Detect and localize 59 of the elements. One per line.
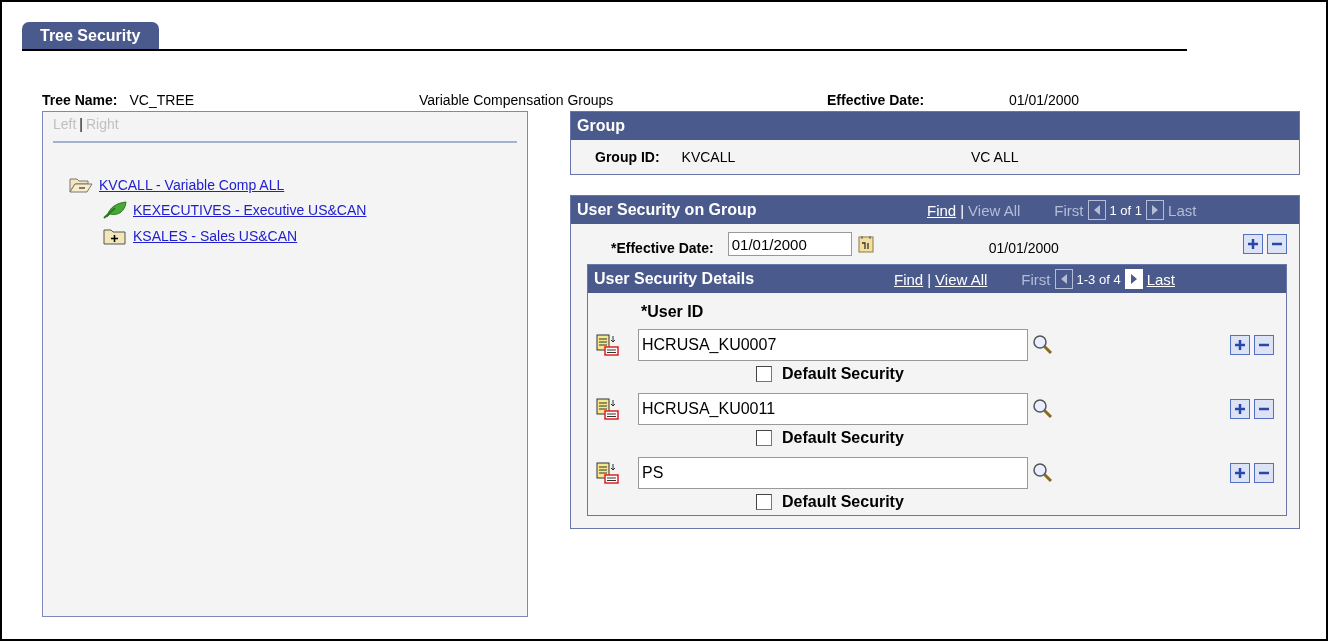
delete-row-button[interactable] (1267, 234, 1287, 254)
leaf-icon (103, 201, 127, 219)
checkbox-label: Default Security (782, 429, 904, 447)
first-link: First (1054, 201, 1084, 219)
checkbox[interactable] (756, 494, 772, 510)
find-link[interactable]: Find (927, 201, 957, 219)
last-link: Last (1168, 201, 1197, 219)
checkbox-label: Default Security (782, 493, 904, 511)
user-id-field[interactable]: HCRUSA_KU0007 (638, 329, 1028, 361)
search-icon[interactable] (1032, 334, 1054, 356)
tab[interactable]: Tree Security (22, 22, 159, 49)
closed-folder-icon (103, 227, 127, 245)
first-link: First (1021, 270, 1051, 288)
calendar-icon[interactable] (857, 235, 874, 253)
add-row-button[interactable] (1243, 234, 1263, 254)
delete-row-button[interactable] (1254, 463, 1274, 483)
last-link[interactable]: Last (1146, 270, 1175, 288)
field-value: KVCALL (681, 149, 736, 165)
panel-title: User Security Details (594, 270, 756, 288)
add-row-button[interactable] (1230, 399, 1250, 419)
field-value: 01/01/2000 (988, 239, 1060, 256)
column-header: *User ID (641, 303, 704, 320)
add-row-button[interactable] (1230, 335, 1250, 355)
checkbox-label: Default Security (782, 365, 904, 383)
document-icon[interactable] (596, 397, 620, 421)
page-range: 1-3 of 4 (1076, 271, 1121, 287)
checkbox[interactable] (756, 430, 772, 446)
tree-node-link[interactable]: KSALES - Sales US&CAN (133, 228, 298, 244)
add-row-button[interactable] (1230, 463, 1250, 483)
field-value: VC_TREE (129, 92, 195, 108)
delete-row-button[interactable] (1254, 399, 1274, 419)
document-icon[interactable] (596, 461, 620, 485)
find-link[interactable]: Find (894, 270, 924, 288)
view-all-link[interactable]: View All (935, 270, 988, 288)
document-icon[interactable] (596, 333, 620, 357)
delete-row-button[interactable] (1254, 335, 1274, 355)
open-folder-icon (69, 177, 93, 193)
search-icon[interactable] (1032, 462, 1054, 484)
separator-text: | (927, 270, 932, 288)
tree-description: Variable Compensation Groups (419, 92, 615, 108)
separator-text: | (79, 116, 83, 132)
search-icon[interactable] (1032, 398, 1054, 420)
field-label: *Effective Date: (611, 240, 714, 256)
page-range: 1 of 1 (1109, 202, 1143, 218)
field-value: VC ALL (971, 149, 1019, 165)
field-label: Tree Name: (42, 92, 118, 108)
tree-node-link[interactable]: KVCALL - Variable Comp ALL (99, 177, 285, 193)
field-label: Effective Date: (827, 92, 926, 108)
user-id-field[interactable]: HCRUSA_KU0011 (638, 393, 1028, 425)
separator-text: | (960, 201, 965, 219)
panel-title: User Security on Group (577, 201, 758, 219)
tree-node-link[interactable]: KEXECUTIVES - Executive US&CAN (133, 202, 367, 218)
checkbox[interactable] (756, 366, 772, 382)
user-id-field[interactable]: PS (638, 457, 1028, 489)
panel-title: Group (577, 117, 626, 135)
date-field[interactable]: 01/01/2000 (727, 232, 852, 256)
view-all-link: View All (968, 201, 1021, 219)
field-label: Group ID: (595, 149, 660, 165)
field-value: 01/01/2000 (1009, 92, 1081, 108)
